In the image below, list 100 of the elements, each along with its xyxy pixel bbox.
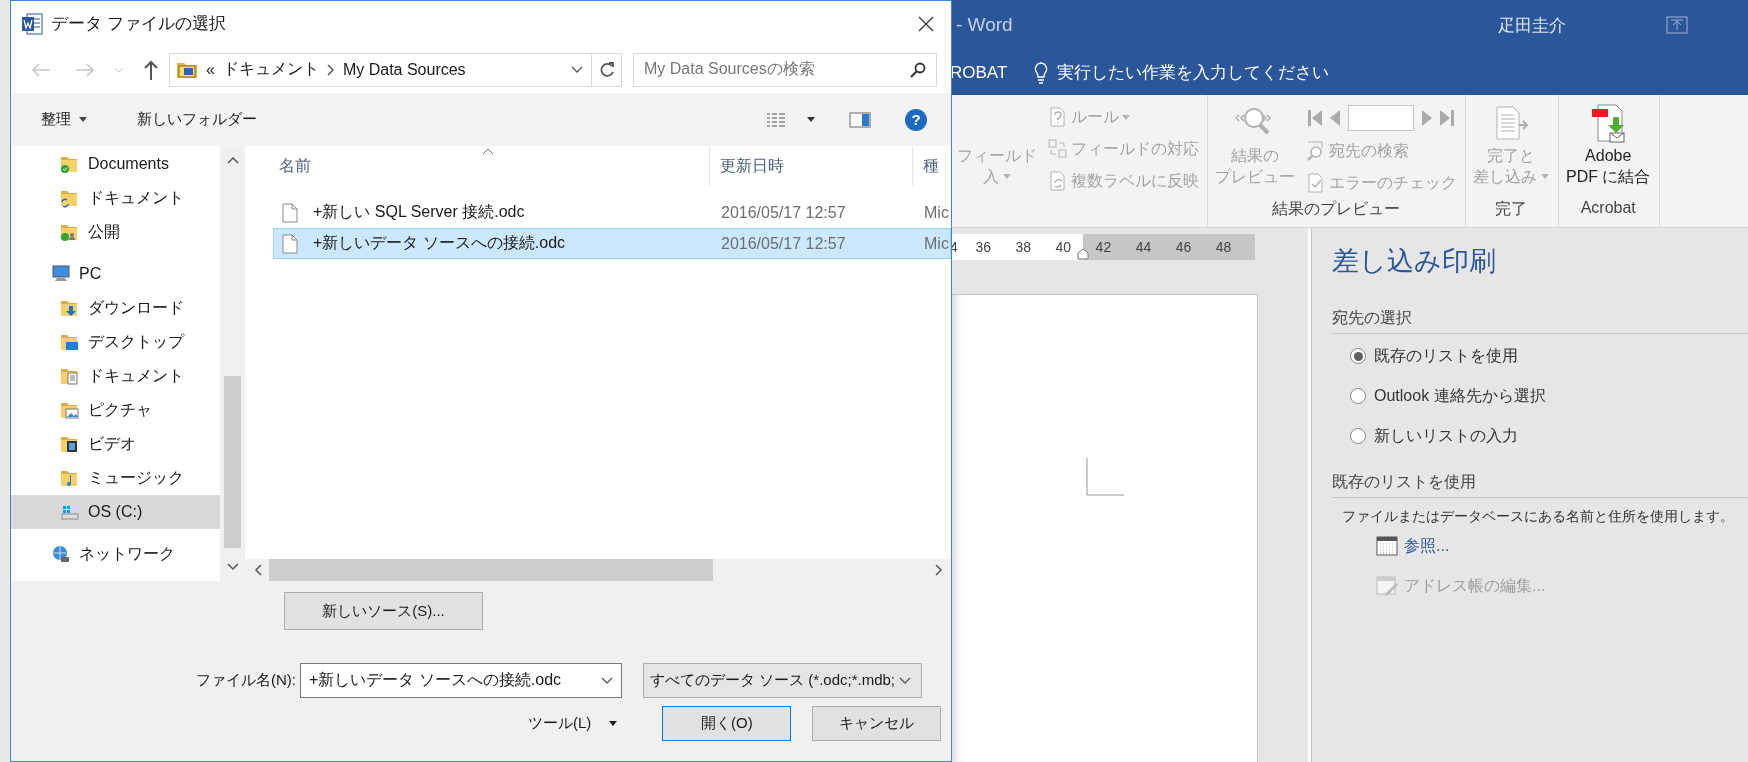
nav-item[interactable]: ドキュメント [11,359,220,393]
recent-button[interactable] [112,66,126,73]
modified-date: 2016/05/17 12:57 [720,203,847,222]
ruler-number: 44 [1134,238,1152,257]
radio-circle[interactable] [1350,348,1366,364]
caret-icon [609,721,618,726]
arrow-left-icon [31,62,51,77]
ruler-number: 42 [1094,238,1112,257]
calendar-grid-icon [1376,536,1398,556]
pane-title: 差し込み印刷 [1332,245,1497,277]
breadcrumb-item[interactable]: My Data Sources [342,60,466,79]
nav-item[interactable]: Documents [11,147,220,181]
app-icon [21,12,43,35]
file-icon [282,233,298,254]
nav-item[interactable]: ドキュメント [11,181,220,215]
search-field[interactable]: My Data Sourcesの検索 [633,52,937,87]
magnifier-icon [1306,141,1326,161]
ruler-number: 40 [1054,238,1072,257]
first-record-icon[interactable] [1308,109,1322,127]
column-header[interactable]: 名前 [245,146,710,186]
sort-caret-icon [482,148,494,155]
scroll-down-icon[interactable] [226,563,239,571]
radio-option[interactable]: 既存のリストを使用 [1350,336,1748,376]
help-button[interactable]: ? [905,108,927,131]
search-icon [910,61,926,78]
close-icon [918,15,934,32]
scroll-thumb[interactable] [269,559,713,581]
lightbulb-icon [1033,60,1050,85]
pane-link[interactable]: 参照... [1376,526,1748,566]
scroll-left-icon[interactable] [254,564,262,576]
user-name: 疋田圭介 [1498,14,1566,37]
chevron-down-icon [114,66,124,73]
cancel-button[interactable]: キャンセル [812,706,942,741]
scroll-thumb[interactable] [224,376,241,548]
next-icon[interactable] [1422,109,1432,127]
refresh-button[interactable] [592,52,622,87]
radio-option[interactable]: 新しいリストの入力 [1350,416,1748,456]
ruler-number: 38 [1014,238,1032,257]
folder-icon [60,366,80,386]
file-name-field[interactable]: +新しいデータ ソースへの接続.odc [300,663,622,698]
nav-item[interactable]: PC [11,257,220,291]
indent-marker-icon[interactable] [1077,248,1089,260]
ruler-number: 46 [1174,238,1192,257]
folder-icon [60,400,80,420]
address-bar[interactable]: « ドキュメント My Data Sources [169,52,592,87]
organize-button[interactable]: 整理 [31,110,97,129]
previous-icon[interactable] [1330,109,1340,127]
globe-icon [51,544,71,564]
folder-icon [60,298,80,318]
scroll-up-icon[interactable] [226,156,239,164]
preview-pane-icon [849,111,871,128]
computer-icon [51,264,71,284]
new-source-button[interactable]: 新しいソース(S)... [284,592,483,630]
file-name: +新しい SQL Server 接続.odc [313,202,525,222]
nav-item[interactable]: ピクチャ [11,393,220,427]
group-label: Acrobat [1579,199,1637,218]
file-icon [282,202,298,223]
caret-icon [79,117,87,122]
radio-circle[interactable] [1350,428,1366,444]
ribbon-display-icon[interactable] [1666,16,1688,34]
record-number-field[interactable] [1348,105,1414,131]
radio-circle[interactable] [1350,388,1366,404]
nav-item[interactable]: ビデオ [11,427,220,461]
modified-date: 2016/05/17 12:57 [720,234,847,253]
section-heading: 宛先の選択 [1332,308,1748,334]
nav-item[interactable]: デスクトップ [11,325,220,359]
breadcrumb-overflow[interactable]: « [206,60,215,79]
tools-button[interactable]: ツール(L) [518,714,628,733]
file-type-dropdown[interactable]: すべてのデータ ソース (*.odc;*.mdb; [643,663,922,698]
nav-item[interactable]: ネットワーク [11,537,220,571]
scroll-right-icon[interactable] [935,564,943,576]
last-record-icon[interactable] [1440,109,1454,127]
nav-item[interactable]: 公開 [11,215,220,249]
chevron-right-icon [326,63,335,76]
column-header[interactable]: 種 [913,146,951,186]
document-check-icon [1306,173,1326,193]
group-label: 結果のプレビュー [1270,199,1401,219]
open-button[interactable]: 開く(O) [662,706,792,741]
chevron-down-icon [571,65,583,74]
file-type: Mic [923,203,949,222]
group-label: 完了 [1494,199,1528,219]
nav-item[interactable]: ミュージック [11,461,220,495]
chevron-down-icon [601,676,613,685]
breadcrumb-item[interactable]: ドキュメント [222,59,319,80]
folder-icon [60,154,80,174]
folder-icon [60,188,80,208]
arrow-up-icon [143,59,159,80]
nav-item[interactable]: ダウンロード [11,291,220,325]
file-row[interactable]: +新しい SQL Server 接続.odc 2016/05/17 12:57 Mic [273,197,951,228]
ribbon-button[interactable]: Adobe PDF に結合 [1563,95,1654,199]
tell-me-field[interactable]: 実行したい作業を入力してください [1057,61,1330,84]
document-question-icon [1048,107,1068,127]
nav-item[interactable]: OS (C:) [11,495,220,529]
window-title: - Word [956,14,1013,36]
mapping-icon [1048,139,1068,159]
new-folder-button[interactable]: 新しいフォルダー [127,110,267,129]
radio-option[interactable]: Outlook 連絡先から選択 [1350,376,1748,416]
column-header[interactable]: 更新日時 [710,146,913,186]
document-refresh-icon [1048,171,1068,191]
file-row[interactable]: +新しいデータ ソースへの接続.odc 2016/05/17 12:57 Mic [273,228,951,259]
